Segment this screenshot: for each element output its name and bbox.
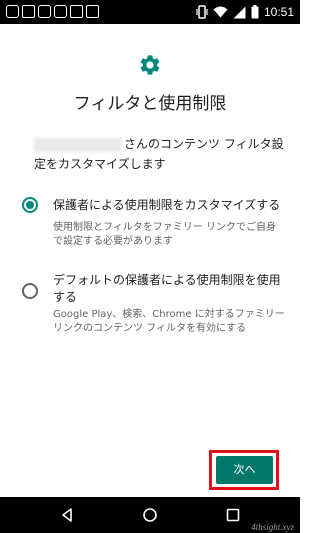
watermark: 4thsight.xyz [251,522,294,532]
navigation-bar: 4thsight.xyz [0,497,300,533]
image-icon [70,5,83,18]
storage-icon [86,5,99,18]
option-customize-desc-line-1: 使用制限とフィルタをファミリー リンクでご自身 [53,222,276,233]
option-default-desc-line-2: リンクのコンテンツ フィルタを有効にする [53,323,247,334]
description: さんのコンテンツ フィルタ設 定をカスタマイズします [34,134,284,174]
description-line-1: さんのコンテンツ フィルタ設 [124,137,284,151]
app-icon [54,5,67,18]
status-bar: 10:51 [0,0,300,24]
status-time: 10:51 [263,5,294,19]
status-bar-notifications [6,5,99,18]
recent-apps-icon[interactable] [223,505,243,525]
radio-default-restrictions[interactable] [22,283,38,299]
page-title: フィルタと使用制限 [73,94,227,114]
option-default-title-line-1[interactable]: デフォルトの保護者による使用制限を使用 [53,272,288,288]
back-icon[interactable] [57,505,77,525]
status-bar-system: 10:51 [196,4,294,20]
wifi-icon [213,6,228,18]
image-icon [22,5,35,18]
vibrate-icon [196,5,208,19]
radio-customize-restrictions[interactable] [22,197,38,213]
signal-icon [233,6,246,18]
home-icon[interactable] [140,505,160,525]
next-button[interactable]: 次へ [216,456,273,484]
notification-icon [6,5,19,18]
option-customize-title[interactable]: 保護者による使用制限をカスタマイズする [53,197,288,213]
option-customize-desc-line-2: で設定する必要があります [53,236,173,247]
notification-icon [38,5,51,18]
option-default-title-line-2[interactable]: する [53,289,288,305]
gear-icon [140,55,160,75]
battery-icon [251,5,259,19]
description-line-2: 定をカスタマイズします [34,157,166,171]
option-default-desc-line-1: Google Play、検索、Chrome に対するファミリー [53,309,285,320]
